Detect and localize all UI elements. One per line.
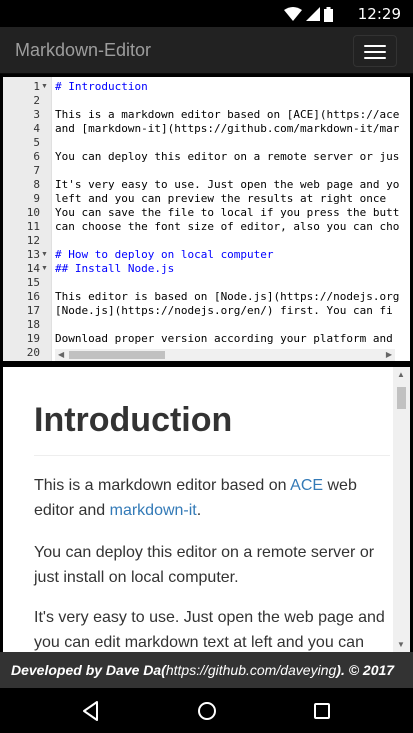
battery-icon (324, 6, 333, 22)
footer: Developed by Dave Da(https://github.com/… (0, 652, 413, 688)
line-number: 2 (33, 94, 40, 107)
preview-paragraph: This is a markdown editor based on ACE w… (34, 473, 392, 523)
line-number: 19 (26, 332, 40, 345)
hamburger-menu-icon[interactable] (353, 35, 397, 67)
line-number: 15 (26, 276, 40, 289)
line-number: 17 (26, 304, 40, 317)
footer-credit: Developed by Dave Da(https://github.com/… (11, 662, 394, 678)
status-clock: 12:29 (357, 5, 401, 23)
line-number: 7 (33, 164, 40, 177)
code-line[interactable]: It's very easy to use. Just open the web… (55, 178, 399, 192)
scroll-down-icon[interactable]: ▼ (397, 640, 405, 649)
code-line[interactable]: This editor is based on [Node.js](https:… (55, 290, 399, 304)
line-number: 9 (33, 192, 40, 205)
line-number: 13 (26, 248, 40, 261)
line-number: 6 (33, 150, 40, 163)
scroll-left-icon[interactable]: ◀ (58, 349, 64, 361)
fold-toggle-icon[interactable]: ▼ (41, 80, 48, 94)
preview-heading: Introduction (34, 401, 233, 439)
navbar: Markdown-Editor (0, 27, 413, 74)
wifi-icon (284, 7, 302, 21)
recents-icon[interactable] (309, 698, 335, 724)
ace-link[interactable]: ACE (290, 477, 323, 494)
code-line[interactable]: left and you can preview the results at … (55, 192, 386, 206)
android-nav-bar (0, 688, 413, 733)
editor-panel: 1 ▼ 2 3 4 5 6 7 8 9 10 11 12 13 ▼ 14 ▼ 15 16 17 18 19 20 # Int… (0, 74, 413, 364)
line-number: 11 (26, 220, 40, 233)
vertical-scrollbar[interactable]: ▲ ▼ (393, 367, 410, 652)
back-icon[interactable] (78, 698, 104, 724)
line-number: 5 (33, 136, 40, 149)
line-number: 14 (26, 262, 40, 275)
line-number: 16 (26, 290, 40, 303)
code-editor[interactable]: 1 ▼ 2 3 4 5 6 7 8 9 10 11 12 13 ▼ 14 ▼ 15 16 17 18 19 20 # Int… (3, 77, 410, 361)
scroll-right-icon[interactable]: ▶ (386, 349, 392, 361)
line-number: 10 (26, 206, 40, 219)
code-line[interactable]: This is a markdown editor based on [ACE]… (55, 108, 399, 122)
vertical-scroll-thumb[interactable] (397, 387, 406, 409)
preview-paragraph: It's very easy to use. Just open the web… (34, 609, 385, 651)
github-link[interactable]: https://github.com/daveying (166, 662, 336, 678)
line-number: 8 (33, 178, 40, 191)
code-line[interactable]: ## Install Node.js (55, 262, 174, 276)
paragraph-text: This is a markdown editor based on (34, 477, 291, 494)
markdown-preview: Introduction This is a markdown editor b… (3, 367, 410, 652)
scroll-up-icon[interactable]: ▲ (397, 370, 405, 379)
line-number: 1 (33, 80, 40, 93)
status-icons (284, 6, 333, 22)
line-number: 3 (33, 108, 40, 121)
paragraph-text: . (196, 502, 202, 519)
line-number: 4 (33, 122, 40, 135)
code-line[interactable]: You can save the file to local if you pr… (55, 206, 399, 220)
code-line[interactable]: [Node.js](https://nodejs.org/en/) first.… (55, 304, 393, 318)
line-number: 18 (26, 318, 40, 331)
footer-suffix: ). © 2017 (336, 662, 395, 678)
navbar-brand[interactable]: Markdown-Editor (15, 40, 151, 61)
code-line[interactable]: # How to deploy on local computer (55, 248, 274, 262)
footer-prefix: Developed by Dave Da( (11, 662, 166, 678)
editor-code-area[interactable]: # Introduction This is a markdown editor … (55, 77, 410, 347)
editor-gutter: 1 ▼ 2 3 4 5 6 7 8 9 10 11 12 13 ▼ 14 ▼ 15 16 17 18 19 20 (3, 77, 52, 361)
code-line[interactable]: can choose the font size of editor, also… (55, 220, 399, 234)
preview-panel: Introduction This is a markdown editor b… (0, 364, 413, 652)
status-bar: 12:29 (0, 0, 413, 27)
fold-toggle-icon[interactable]: ▼ (41, 262, 48, 276)
home-icon[interactable] (194, 698, 220, 724)
fold-toggle-icon[interactable]: ▼ (41, 248, 48, 262)
markdown-it-link[interactable]: markdown-it (110, 502, 197, 519)
code-line[interactable]: You can deploy this editor on a remote s… (55, 150, 399, 164)
preview-paragraph: You can deploy this editor on a remote s… (34, 544, 375, 586)
signal-icon (306, 7, 320, 21)
heading-divider (34, 455, 390, 456)
horizontal-scroll-thumb[interactable] (69, 351, 165, 359)
code-line[interactable]: Download proper version according your p… (55, 332, 393, 346)
code-line[interactable]: and [markdown-it](https://github.com/mar… (55, 122, 399, 136)
horizontal-scrollbar[interactable]: ◀ ▶ (55, 349, 395, 361)
line-number: 12 (26, 234, 40, 247)
code-line[interactable]: # Introduction (55, 80, 148, 94)
line-number: 20 (26, 346, 40, 359)
